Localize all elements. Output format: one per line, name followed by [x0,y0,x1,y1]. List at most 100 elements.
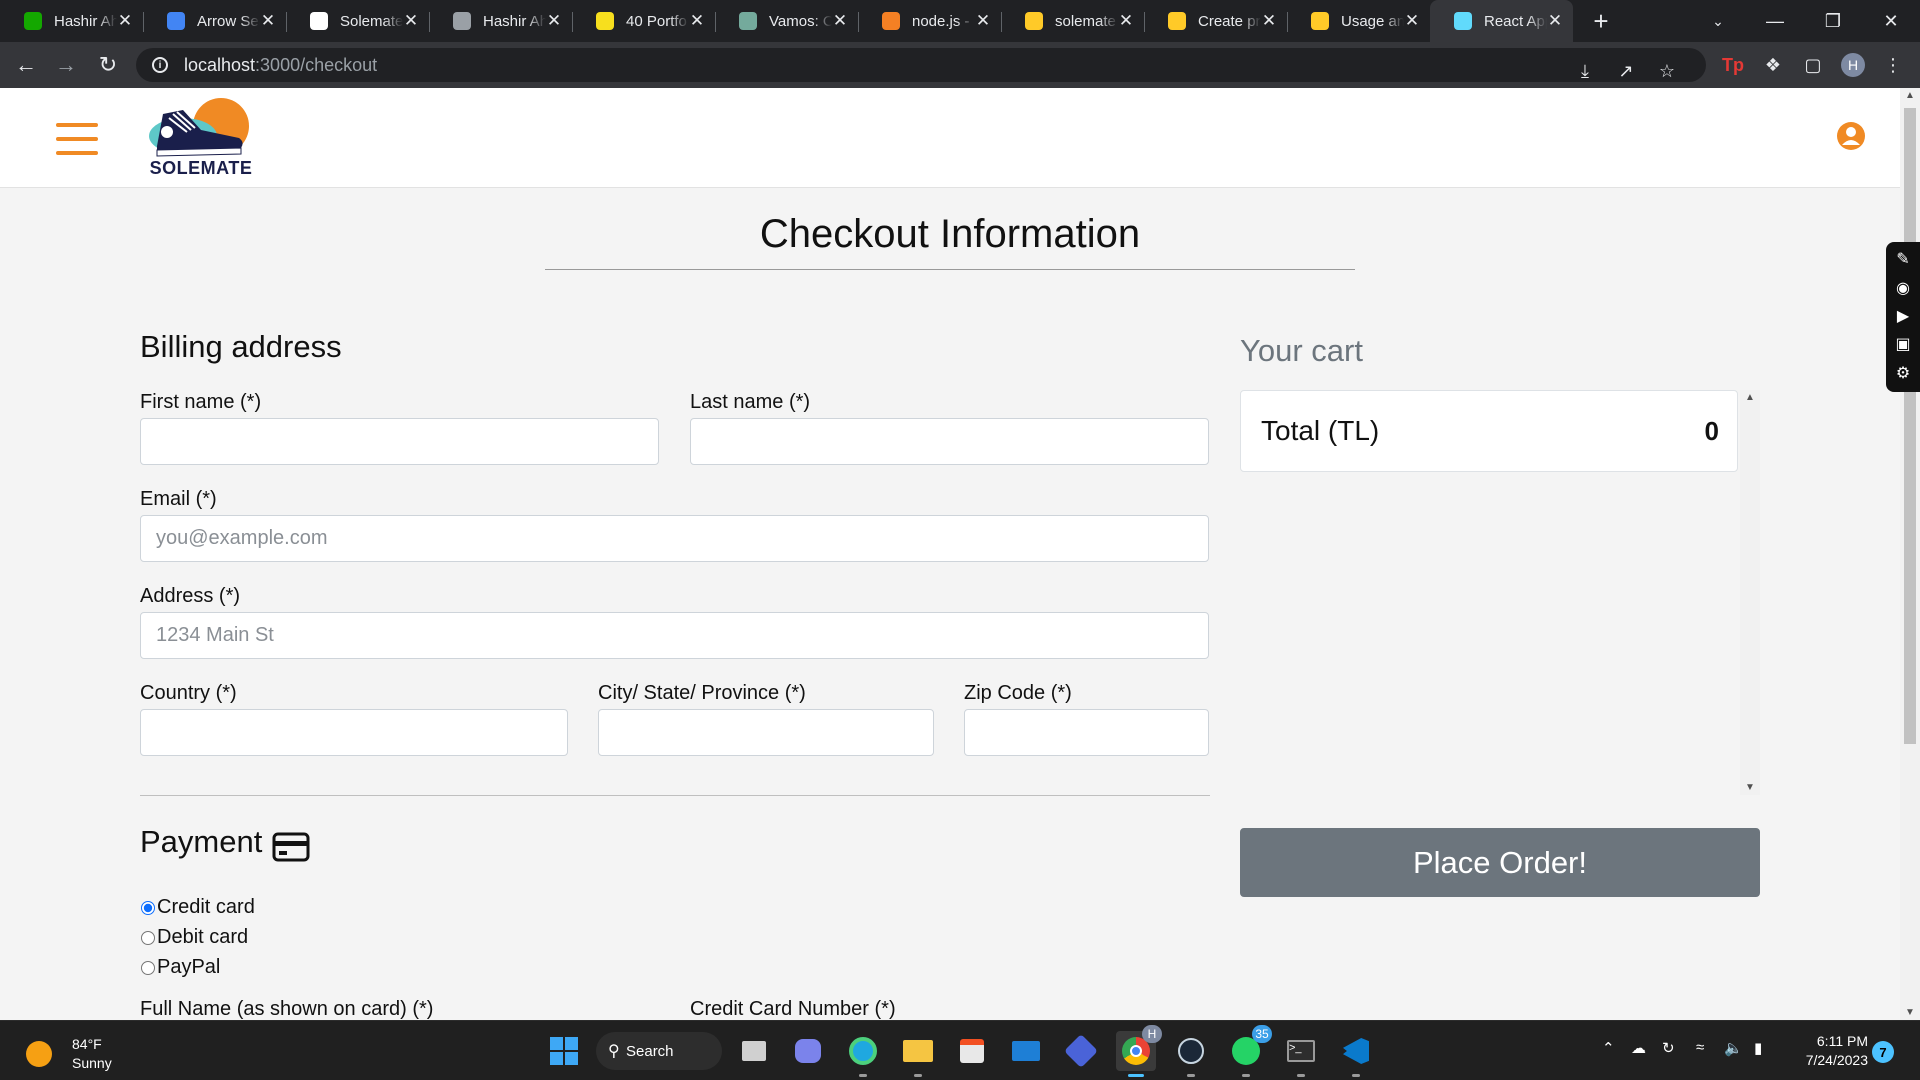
tray-overflow-icon[interactable]: ⌃ [1602,1039,1615,1057]
weather-widget[interactable]: 84°F Sunny [26,1035,112,1073]
first-name-input[interactable] [140,418,659,465]
reload-icon[interactable]: ↻ [88,45,128,85]
city-input[interactable] [598,709,934,756]
browser-tab[interactable]: Usage an ✕ [1287,0,1430,42]
browser-tab[interactable]: React App ✕ [1430,0,1573,42]
back-icon[interactable]: ← [6,45,46,85]
minimize-icon[interactable]: — [1746,0,1804,42]
country-input[interactable] [140,709,568,756]
page-scroll-up-icon[interactable]: ▲ [1905,90,1915,101]
steam-icon[interactable] [1171,1031,1211,1077]
edge-icon[interactable] [843,1031,883,1077]
tab-close-icon[interactable]: ✕ [1404,11,1420,31]
share-icon[interactable]: ↗ [1609,54,1643,88]
file-explorer-icon[interactable] [898,1031,938,1077]
browser-tab[interactable]: Vamos: C ✕ [715,0,858,42]
place-order-button[interactable]: Place Order! [1240,828,1760,897]
tab-close-icon[interactable]: ✕ [832,11,848,31]
install-icon[interactable]: ⤓ [1568,54,1602,88]
vscode-icon[interactable] [1336,1031,1376,1077]
scroll-down-arrow-icon[interactable]: ▼ [1745,782,1755,793]
browser-tab[interactable]: Arrow Sea✕ [143,0,286,42]
tab-close-icon[interactable]: ✕ [1118,11,1134,31]
browser-tab[interactable]: Create pr ✕ [1144,0,1287,42]
solemate-logo[interactable]: SOLEMATE [143,96,259,182]
tab-close-icon[interactable]: ✕ [546,11,562,31]
battery-icon[interactable]: ▮ [1754,1039,1762,1057]
search-icon: ⚲ [608,1043,620,1060]
whatsapp-icon[interactable]: 35 [1226,1025,1272,1077]
extensions-puzzle-icon[interactable]: ❖ [1756,48,1790,82]
bookmark-star-icon[interactable]: ☆ [1650,54,1684,88]
mail-icon[interactable] [1006,1031,1046,1071]
tab-close-icon[interactable]: ✕ [1261,11,1277,31]
browser-tab[interactable]: 40 Portfo ✕ [572,0,715,42]
tab-close-icon[interactable]: ✕ [260,11,276,31]
close-window-icon[interactable]: ✕ [1862,0,1920,42]
menu-kebab-icon[interactable]: ⋮ [1876,48,1910,82]
url-path: :3000/checkout [255,54,378,75]
hamburger-menu-icon[interactable] [56,123,98,155]
forward-icon[interactable]: → [46,45,86,85]
zip-code-input[interactable] [964,709,1209,756]
copilot-icon[interactable] [1061,1031,1101,1071]
chrome-icon[interactable]: H [1116,1025,1162,1077]
browser-tab[interactable]: Hashir Ah ✕ [429,0,572,42]
payment-radio[interactable] [141,900,155,915]
tab-search-icon[interactable]: ⌄ [1702,0,1734,42]
tab-close-icon[interactable]: ✕ [1547,11,1563,31]
notification-badge[interactable]: 7 [1872,1041,1894,1063]
cart-scroll-container[interactable]: Total (TL) 0 ▲ ▼ [1240,390,1760,795]
payment-option[interactable]: Debit card [140,926,248,949]
microsoft-store-icon[interactable] [952,1031,992,1071]
page-viewport: SOLEMATE Checkout Information Billing ad… [0,88,1900,1020]
scroll-up-arrow-icon[interactable]: ▲ [1745,392,1755,403]
sneaker-logo-icon [149,98,249,157]
page-scroll-thumb[interactable] [1904,108,1916,744]
browser-tab[interactable]: Solemate ✕ [286,0,429,42]
window-capture-icon[interactable]: ▣ [1895,337,1910,353]
taskbar-search[interactable]: ⚲ Search [596,1032,722,1070]
onedrive-icon[interactable]: ☁ [1631,1039,1646,1057]
address-input[interactable] [140,612,1209,659]
page-scroll-down-icon[interactable]: ▼ [1905,1007,1915,1018]
pen-icon[interactable]: ✎ [1896,252,1909,268]
zip-code-label: Zip Code (*) [964,682,1072,704]
payment-radio[interactable] [141,960,155,975]
tab-close-icon[interactable]: ✕ [403,11,419,31]
email-input[interactable] [140,515,1209,562]
sync-icon[interactable]: ↻ [1662,1039,1675,1057]
video-icon[interactable]: ▶ [1897,308,1909,325]
terminal-icon[interactable]: >_ [1281,1031,1321,1077]
browser-tab[interactable]: solemate ✕ [1001,0,1144,42]
tab-title: React App [1484,12,1547,30]
restore-icon[interactable]: ❐ [1804,0,1862,42]
payment-option[interactable]: Credit card [140,896,255,919]
browser-tab[interactable]: Hashir Ah ✕ [0,0,143,42]
volume-icon[interactable]: 🔈 [1724,1039,1743,1057]
payment-radio[interactable] [141,930,155,945]
site-info-icon[interactable]: i [152,57,168,73]
profile-avatar[interactable]: H [1836,48,1870,82]
settings-gear-icon[interactable]: ⚙ [1896,365,1910,382]
task-view-icon[interactable] [734,1031,774,1071]
payment-option-label: PayPal [157,956,221,978]
browser-tab[interactable]: node.js - ✕ [858,0,1001,42]
system-clock[interactable]: 6:11 PM 7/24/2023 [1782,1032,1868,1070]
windows-start-icon[interactable] [544,1031,584,1071]
cart-scrollbar[interactable]: ▲ ▼ [1740,390,1760,795]
tab-close-icon[interactable]: ✕ [117,11,133,31]
address-bar[interactable]: i localhost:3000/checkout ⤓ ↗ ☆ [136,48,1706,82]
tab-close-icon[interactable]: ✕ [689,11,705,31]
camera-icon[interactable]: ◉ [1896,280,1910,297]
extension-tp-icon[interactable]: Tp [1716,48,1750,82]
new-tab-button[interactable]: + [1581,0,1621,42]
page-scrollbar[interactable]: ▲ ▼ [1900,88,1920,1020]
teams-chat-icon[interactable] [788,1031,828,1071]
tab-close-icon[interactable]: ✕ [975,11,991,31]
side-panel-icon[interactable]: ▢ [1796,48,1830,82]
wifi-icon[interactable]: ≈ [1696,1039,1704,1056]
user-account-icon[interactable] [1836,121,1866,151]
last-name-input[interactable] [690,418,1209,465]
payment-option[interactable]: PayPal [140,956,220,979]
